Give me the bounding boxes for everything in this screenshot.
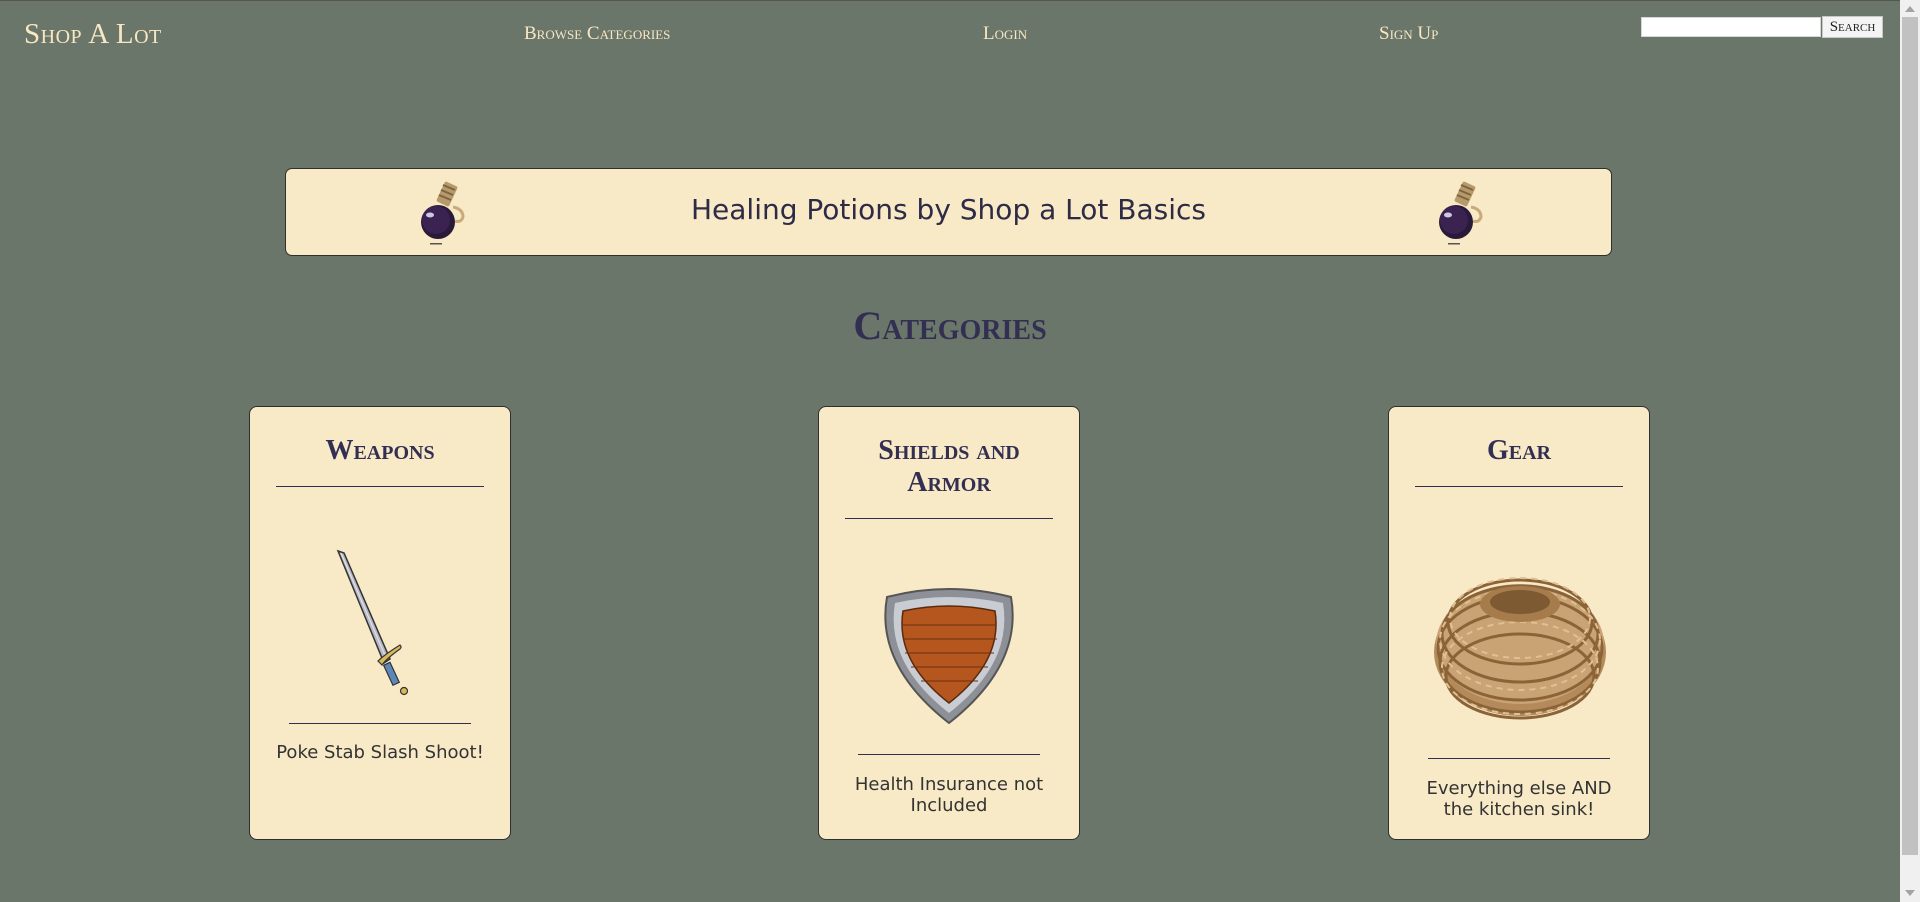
scroll-thumb[interactable] <box>1902 17 1918 855</box>
brand-logo[interactable]: Shop A Lot <box>24 18 162 51</box>
divider <box>276 486 484 487</box>
category-card-shields-and-armor[interactable]: Shields and Armor Health Insurance not I… <box>818 406 1080 840</box>
category-card-weapons[interactable]: Weapons Poke Stab Slash Shoot! <box>249 406 511 840</box>
nav-login[interactable]: Login <box>983 23 1027 45</box>
promo-banner[interactable]: Healing Potions by Shop a Lot Basics <box>285 168 1612 256</box>
card-title: Shields and Armor <box>878 435 1020 498</box>
banner-text: Healing Potions by Shop a Lot Basics <box>690 193 1207 226</box>
scroll-up-arrow-icon[interactable] <box>1905 6 1915 12</box>
nav-sign-up[interactable]: Sign Up <box>1379 23 1438 45</box>
rope-icon <box>1434 577 1606 720</box>
card-title: Weapons <box>325 435 435 466</box>
divider <box>1428 758 1610 759</box>
potion-icon <box>1439 181 1483 245</box>
category-card-gear[interactable]: Gear Everything else AND the kitchen sin… <box>1388 406 1650 840</box>
card-description: Poke Stab Slash Shoot! <box>276 742 484 763</box>
divider <box>1415 486 1623 487</box>
divider <box>845 518 1053 519</box>
scroll-down-arrow-icon[interactable] <box>1905 890 1915 896</box>
divider <box>289 723 471 724</box>
categories-heading: Categories <box>853 303 1047 348</box>
navbar: Shop A Lot Browse Categories Login Sign … <box>0 0 1900 70</box>
card-description: Health Insurance not Included <box>854 774 1044 816</box>
nav-browse-categories[interactable]: Browse Categories <box>524 23 670 45</box>
search-button[interactable]: Search <box>1822 16 1883 38</box>
search-input[interactable] <box>1641 17 1821 37</box>
shield-icon <box>884 588 1014 725</box>
card-title: Gear <box>1486 435 1551 466</box>
sword-icon <box>336 549 409 696</box>
card-description: Everything else AND the kitchen sink! <box>1426 778 1612 820</box>
divider <box>858 754 1040 755</box>
scrollbar[interactable] <box>1900 0 1920 902</box>
